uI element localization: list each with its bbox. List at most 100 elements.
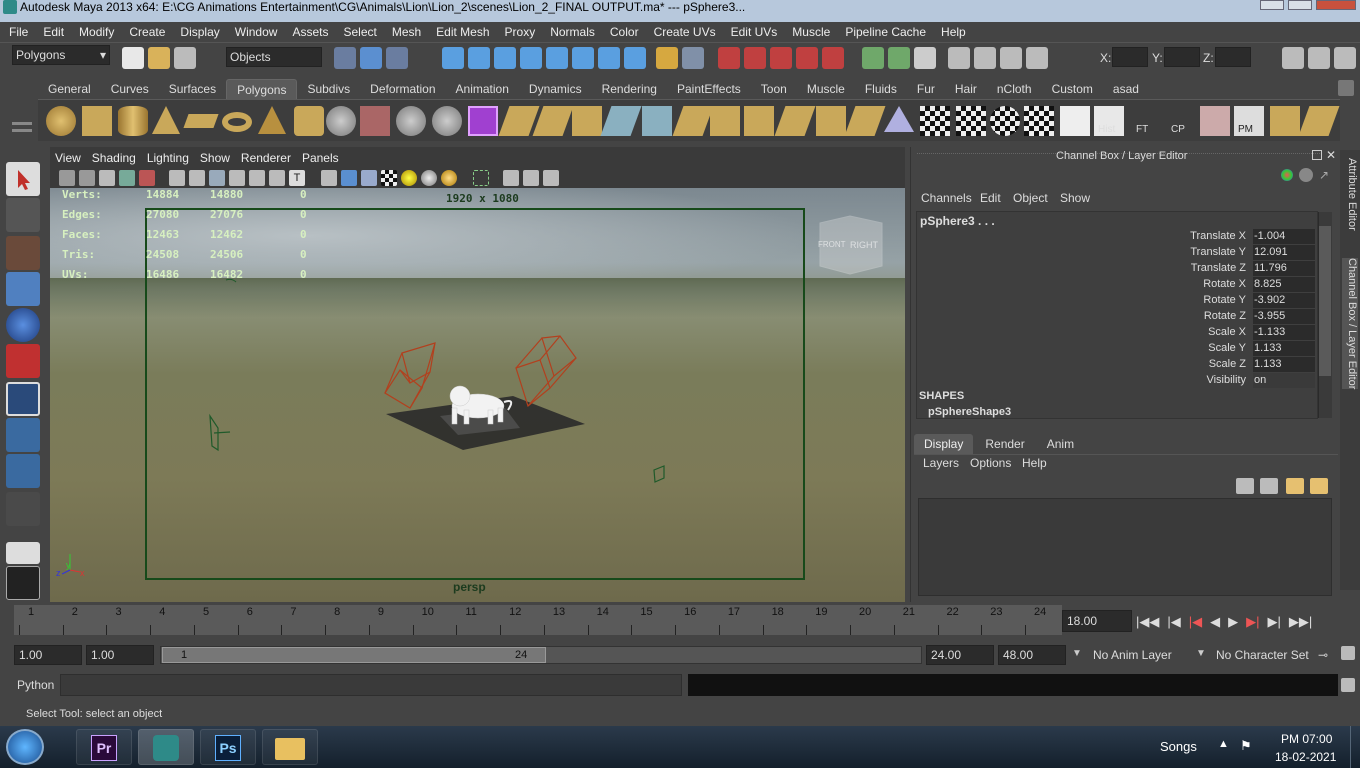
script-editor-icon[interactable] — [1341, 678, 1355, 692]
lock-selection-icon[interactable] — [656, 47, 678, 69]
minimize-button[interactable] — [1260, 0, 1284, 10]
close-icon[interactable]: ✕ — [1326, 149, 1338, 161]
menu-assets[interactable]: Assets — [283, 25, 334, 39]
show-manipulator-icon[interactable] — [6, 454, 40, 488]
mask-handles-icon[interactable] — [442, 47, 464, 69]
action-center-flag-icon[interactable]: ⚑ — [1240, 738, 1256, 754]
last-tool-icon[interactable] — [6, 492, 40, 526]
attr-field-scale-z[interactable]: 1.133 — [1253, 357, 1315, 372]
menu-muscle[interactable]: Muscle — [783, 25, 836, 39]
new-layer-from-selected-icon[interactable] — [1310, 478, 1328, 494]
layer-menu-help[interactable]: Help — [1022, 456, 1047, 470]
layer-tab-anim[interactable]: Anim — [1037, 434, 1084, 454]
attr-field-scale-x[interactable]: -1.133 — [1253, 325, 1315, 340]
side-tab-attribute-editor[interactable]: Attribute Editor — [1342, 158, 1358, 231]
menu-select[interactable]: Select — [334, 25, 382, 39]
layer-tab-render[interactable]: Render — [973, 434, 1036, 454]
menu-pipeline-cache[interactable]: Pipeline Cache — [836, 25, 932, 39]
menu-mesh[interactable]: Mesh — [383, 25, 427, 39]
perspective-viewport[interactable]: 1920 x 1080 Verts: 14884 14880 0 Edges: … — [50, 188, 905, 602]
make-live-icon[interactable] — [822, 47, 844, 69]
shelf-tab-fluids[interactable]: Fluids — [855, 79, 907, 99]
animation-preferences-icon[interactable] — [1341, 646, 1355, 660]
separate-icon[interactable] — [396, 106, 426, 136]
two-d-pan-zoom-icon[interactable] — [119, 170, 135, 186]
select-by-component-icon[interactable] — [386, 47, 408, 69]
paint-select-tool-icon[interactable] — [6, 236, 40, 270]
menu-edit[interactable]: Edit — [34, 25, 70, 39]
attr-field-rotate-y[interactable]: -3.902 — [1253, 293, 1315, 308]
xray-icon[interactable] — [503, 170, 519, 186]
highlight-selection-icon[interactable] — [682, 47, 704, 69]
planar-mapping-icon[interactable] — [884, 106, 914, 132]
layer-tab-display[interactable]: Display — [914, 434, 974, 454]
cylindrical-mapping-icon[interactable] — [920, 106, 950, 136]
poly-plane-icon[interactable] — [183, 114, 219, 128]
menu-normals[interactable]: Normals — [541, 25, 601, 39]
cb-menu-show[interactable]: Show — [1060, 191, 1090, 205]
play-forwards-icon[interactable]: ▶ — [1228, 614, 1238, 632]
shelf-tab-custom[interactable]: Custom — [1042, 79, 1103, 99]
shelf-tab-rendering[interactable]: Rendering — [592, 79, 667, 99]
use-all-lights-icon[interactable] — [441, 170, 457, 186]
safe-action-icon[interactable] — [269, 170, 285, 186]
show-hidden-icons-icon[interactable]: ▲ — [1218, 738, 1229, 750]
attr-field-scale-y[interactable]: 1.133 — [1253, 341, 1315, 356]
combine-icon[interactable] — [360, 106, 390, 136]
construction-history-icon[interactable] — [914, 47, 936, 69]
attr-field-visibility[interactable]: on — [1253, 373, 1315, 388]
close-window-button[interactable] — [1316, 0, 1356, 10]
mirror-geometry-icon[interactable] — [468, 106, 498, 136]
start-button[interactable] — [6, 729, 44, 765]
shelf-tab-animation[interactable]: Animation — [446, 79, 519, 99]
shelf-tab-deformation[interactable]: Deformation — [360, 79, 445, 99]
menu-color[interactable]: Color — [601, 25, 645, 39]
step-back-key-icon[interactable]: |◀ — [1189, 614, 1202, 632]
menu-proxy[interactable]: Proxy — [496, 25, 542, 39]
render-settings-icon[interactable] — [1026, 47, 1048, 69]
vp-menu-renderer[interactable]: Renderer — [236, 148, 297, 168]
char-set-chevron-icon[interactable]: ▼ — [1196, 648, 1206, 659]
select-by-object-icon[interactable] — [360, 47, 382, 69]
playback-start-field[interactable]: 1.00 — [86, 645, 154, 665]
step-back-frame-icon[interactable]: |◀ — [1167, 614, 1180, 632]
shelf-tab-asad[interactable]: asad — [1103, 79, 1149, 99]
poly-pipe-icon[interactable] — [294, 106, 324, 136]
lasso-tool-icon[interactable] — [6, 198, 40, 232]
bevel-icon[interactable] — [710, 106, 740, 136]
poly-torus-icon[interactable] — [222, 112, 252, 132]
poly-tool-icon[interactable] — [1298, 106, 1340, 136]
clock-date[interactable]: 18-02-2021 — [1275, 750, 1336, 764]
current-frame-field[interactable]: 18.00 — [1062, 610, 1132, 632]
attr-field-rotate-z[interactable]: -3.955 — [1253, 309, 1315, 324]
shelf-tab-curves[interactable]: Curves — [101, 79, 159, 99]
taskbar-photoshop[interactable]: Ps — [200, 729, 256, 765]
resolution-gate-icon[interactable] — [209, 170, 225, 186]
input-ops-icon[interactable] — [862, 47, 884, 69]
mask-curves-icon[interactable] — [494, 47, 516, 69]
collapse-icon[interactable] — [816, 106, 846, 136]
step-forward-frame-icon[interactable]: ▶| — [1268, 614, 1281, 632]
poly-helix-icon[interactable] — [326, 106, 356, 136]
vp-menu-shading[interactable]: Shading — [87, 148, 142, 168]
grid-toggle-icon[interactable] — [169, 170, 185, 186]
uv-texture-editor-icon[interactable] — [1024, 106, 1054, 136]
delete-edge-icon[interactable] — [844, 106, 886, 136]
selection-mode-dropdown[interactable]: Objects — [226, 47, 322, 67]
show-hide-channel-box-icon[interactable] — [1334, 47, 1356, 69]
taskbar-premiere[interactable]: Pr — [76, 729, 132, 765]
mask-joints-icon[interactable] — [468, 47, 490, 69]
safe-title-icon[interactable]: T — [289, 170, 305, 186]
mask-deformations-icon[interactable] — [546, 47, 568, 69]
open-scene-icon[interactable] — [148, 47, 170, 69]
checker-icon[interactable] — [1060, 106, 1090, 136]
shelf-tab-general[interactable]: General — [38, 79, 101, 99]
bookmark-icon[interactable] — [79, 170, 95, 186]
poly-cube-icon[interactable] — [82, 106, 112, 136]
isolate-select-icon[interactable] — [473, 170, 489, 186]
save-scene-icon[interactable] — [174, 47, 196, 69]
show-hide-tool-settings-icon[interactable] — [1308, 47, 1330, 69]
ipr-render-icon[interactable] — [1000, 47, 1022, 69]
image-plane-icon[interactable] — [99, 170, 115, 186]
universal-manipulator-icon[interactable] — [6, 382, 40, 416]
